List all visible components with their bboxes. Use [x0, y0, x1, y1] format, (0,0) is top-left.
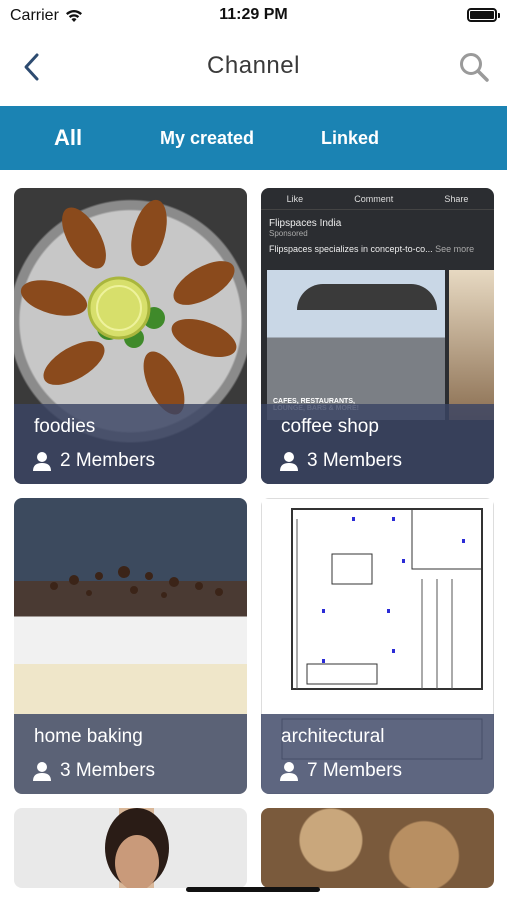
ad-comment-label: Comment — [354, 193, 394, 204]
channel-info-overlay: architectural 7 Members — [261, 714, 494, 794]
channel-card-foodies[interactable]: foodies 2 Members — [14, 188, 247, 484]
channel-card-coffee-shop[interactable]: Like Comment Share Flipspaces India Spon… — [261, 188, 494, 484]
status-bar: Carrier 11:29 PM — [0, 0, 507, 32]
member-count: 3 Members — [279, 450, 402, 472]
search-icon — [460, 53, 489, 82]
channel-image — [261, 808, 494, 888]
member-count-label: 2 Members — [60, 450, 156, 471]
navigation-bar: Channel — [0, 32, 507, 106]
search-button[interactable] — [457, 50, 491, 84]
ad-header: Flipspaces India Sponsored Flipspaces sp… — [261, 210, 494, 262]
person-icon — [280, 762, 298, 781]
battery-icon — [467, 8, 500, 22]
channel-name: architectural — [281, 726, 385, 747]
portrait-image — [105, 808, 169, 888]
channel-name: foodies — [34, 416, 96, 437]
channel-info-overlay: coffee shop 3 Members — [261, 404, 494, 484]
channel-image — [14, 808, 247, 888]
channel-info-overlay: home baking 3 Members — [14, 714, 247, 794]
channel-card-home-baking[interactable]: home baking 3 Members — [14, 498, 247, 794]
member-count-label: 3 Members — [307, 450, 403, 471]
ad-page-name: Flipspaces India — [269, 218, 342, 229]
channel-filter-tabs: All My created Linked — [0, 106, 507, 170]
ad-like-label: Like — [286, 193, 304, 204]
tab-all[interactable]: All — [54, 106, 82, 170]
tab-my-created[interactable]: My created — [160, 106, 254, 170]
person-icon — [33, 762, 51, 781]
channel-info-overlay: foodies 2 Members — [14, 404, 247, 484]
tab-linked[interactable]: Linked — [321, 106, 379, 170]
clock: 11:29 PM — [219, 6, 288, 23]
member-count-label: 7 Members — [307, 760, 403, 781]
member-count-label: 3 Members — [60, 760, 156, 781]
ad-action-bar: Like Comment Share — [261, 188, 494, 210]
channel-card-architectural[interactable]: architectural 7 Members — [261, 498, 494, 794]
channel-card-partial-peanuts[interactable] — [261, 808, 494, 888]
page-title: Channel — [207, 52, 300, 79]
channel-name: coffee shop — [281, 416, 379, 437]
home-indicator — [186, 887, 320, 892]
member-count: 3 Members — [32, 760, 155, 782]
channel-name: home baking — [34, 726, 143, 747]
ad-second-photo — [449, 270, 494, 420]
ad-cafe-photo: CAFES, RESTAURANTS, LOUNGE, BARS & MORE! — [267, 270, 445, 420]
member-count: 2 Members — [32, 450, 155, 472]
person-icon — [33, 452, 51, 471]
ad-share-label: Share — [444, 193, 469, 204]
member-count: 7 Members — [279, 760, 402, 782]
ad-text: Flipspaces specializes in concept-to-co.… — [269, 244, 475, 254]
ad-sponsored: Sponsored — [269, 229, 308, 238]
person-icon — [280, 452, 298, 471]
channel-card-partial-portrait[interactable] — [14, 808, 247, 888]
